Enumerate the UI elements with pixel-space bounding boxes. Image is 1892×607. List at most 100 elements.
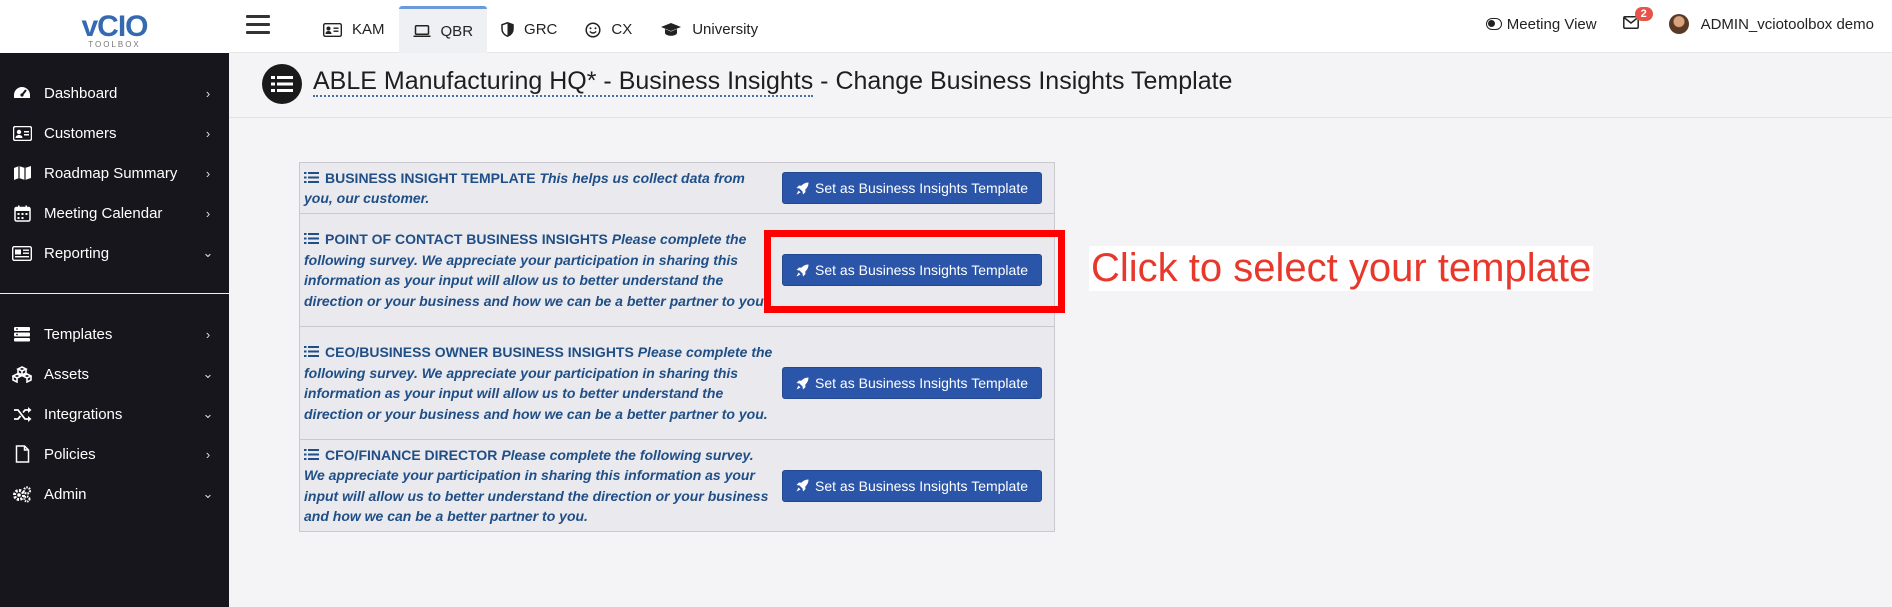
rocket-icon — [796, 479, 809, 492]
sidebar-nav: Dashboard › Customers › Roadmap Summary … — [0, 53, 229, 273]
sidebar-item-label: Reporting — [44, 244, 110, 262]
toggle-icon — [1485, 18, 1502, 30]
rocket-icon — [796, 182, 809, 195]
chevron-down-icon: ⌄ — [202, 486, 214, 501]
sidebar-item-label: Admin — [44, 485, 87, 503]
sidebar-item-admin[interactable]: Admin ⌄ — [0, 474, 229, 514]
sidebar-item-meeting-calendar[interactable]: Meeting Calendar › — [0, 193, 229, 233]
calendar-icon — [12, 204, 32, 222]
highlight-annotation-box — [764, 230, 1065, 313]
sidebar-item-dashboard[interactable]: Dashboard › — [0, 73, 229, 113]
sidebar-divider — [0, 293, 229, 294]
template-info: CEO/BUSINESS OWNER BUSINESS INSIGHTS Ple… — [304, 342, 782, 424]
shield-icon — [501, 22, 514, 37]
id-card-icon — [323, 22, 342, 37]
template-info: BUSINESS INSIGHT TEMPLATE This helps us … — [304, 168, 782, 209]
sidebar-item-label: Integrations — [44, 405, 123, 423]
chevron-right-icon: › — [205, 446, 211, 462]
sidebar-item-label: Customers — [44, 124, 117, 142]
notification-count-badge: 2 — [1634, 6, 1653, 21]
smile-icon — [585, 21, 601, 38]
tab-label: KAM — [352, 21, 385, 38]
template-info: POINT OF CONTACT BUSINESS INSIGHTS Pleas… — [304, 229, 782, 311]
sidebar-item-label: Templates — [44, 325, 113, 343]
shuffle-icon — [12, 405, 32, 423]
list-icon — [304, 342, 319, 357]
tab-grc[interactable]: GRC — [487, 6, 571, 53]
chevron-down-icon: ⌄ — [202, 406, 214, 421]
breadcrumb-link[interactable]: ABLE Manufacturing HQ* - Business Insigh… — [313, 67, 814, 97]
top-bar: KAM QBR GRC CX University Meeting View 2 — [229, 0, 1892, 53]
laptop-icon — [413, 24, 431, 38]
list-icon — [304, 229, 319, 244]
rocket-icon — [796, 377, 809, 390]
meeting-view-label: Meeting View — [1506, 15, 1597, 33]
list-icon — [262, 64, 302, 104]
page-title: ABLE Manufacturing HQ* - Business Insigh… — [313, 67, 1233, 97]
tab-label: GRC — [524, 21, 558, 38]
chevron-right-icon: › — [205, 85, 211, 101]
logo-subtitle: TOOLBOX — [88, 40, 141, 49]
top-right-controls: Meeting View 2 ADMIN_vciotoolbox demo — [1485, 0, 1874, 48]
table-row: BUSINESS INSIGHT TEMPLATE This helps us … — [300, 163, 1054, 214]
sidebar-item-label: Meeting Calendar — [44, 204, 163, 222]
tab-label: QBR — [440, 22, 474, 40]
tab-label: CX — [611, 21, 633, 38]
meeting-view-toggle[interactable]: Meeting View — [1485, 15, 1597, 33]
notifications-button[interactable]: 2 — [1622, 6, 1653, 33]
sidebar-item-templates[interactable]: Templates › — [0, 314, 229, 354]
sidebar-item-customers[interactable]: Customers › — [0, 113, 229, 153]
page-header: ABLE Manufacturing HQ* - Business Insigh… — [229, 53, 1892, 118]
map-icon — [12, 164, 32, 182]
table-row: CEO/BUSINESS OWNER BUSINESS INSIGHTS Ple… — [300, 327, 1054, 440]
button-label: Set as Business Insights Template — [815, 375, 1028, 391]
sidebar-item-integrations[interactable]: Integrations ⌄ — [0, 394, 229, 434]
sidebar-item-assets[interactable]: Assets ⌄ — [0, 354, 229, 394]
template-name: CEO/BUSINESS OWNER BUSINESS INSIGHTS — [325, 344, 634, 360]
dashboard-icon — [12, 84, 32, 102]
template-info: CFO/FINANCE DIRECTOR Please complete the… — [304, 445, 782, 527]
sidebar: vCIO TOOLBOX Dashboard › Customers › Roa… — [0, 0, 229, 607]
avatar — [1668, 14, 1689, 34]
template-name: BUSINESS INSIGHT TEMPLATE — [325, 169, 536, 186]
set-template-button[interactable]: Set as Business Insights Template — [782, 367, 1042, 399]
callout-annotation: Click to select your template — [1089, 246, 1594, 291]
chevron-right-icon: › — [205, 326, 211, 342]
template-name: CFO/FINANCE DIRECTOR — [325, 446, 498, 463]
tab-university[interactable]: University — [646, 6, 772, 53]
file-icon — [12, 445, 32, 463]
sidebar-item-roadmap-summary[interactable]: Roadmap Summary › — [0, 153, 229, 193]
logo[interactable]: vCIO TOOLBOX — [0, 0, 229, 53]
list-icon — [304, 445, 319, 460]
address-card-icon — [12, 124, 32, 142]
chevron-right-icon: › — [205, 125, 211, 141]
templates-table: BUSINESS INSIGHT TEMPLATE This helps us … — [299, 162, 1055, 532]
button-label: Set as Business Insights Template — [815, 180, 1028, 196]
sidebar-item-label: Assets — [44, 365, 90, 383]
set-template-button[interactable]: Set as Business Insights Template — [782, 469, 1042, 502]
module-tabs: KAM QBR GRC CX University — [309, 6, 772, 53]
reporting-icon — [12, 244, 32, 262]
sidebar-item-reporting[interactable]: Reporting ⌄ — [0, 233, 229, 273]
user-menu[interactable]: ADMIN_vciotoolbox demo — [1668, 14, 1874, 34]
button-label: Set as Business Insights Template — [815, 477, 1028, 494]
graduation-cap-icon — [660, 22, 682, 37]
hamburger-menu-icon[interactable] — [246, 15, 270, 35]
list-icon — [304, 168, 319, 183]
logo-text: vCIO — [81, 9, 148, 43]
sidebar-nav-secondary: Templates › Assets ⌄ Integrations ⌄ Poli… — [0, 314, 229, 514]
tab-kam[interactable]: KAM — [309, 6, 399, 53]
template-name: POINT OF CONTACT BUSINESS INSIGHTS — [325, 231, 608, 247]
page-title-text: - Change Business Insights Template — [813, 67, 1233, 95]
sidebar-item-policies[interactable]: Policies › — [0, 434, 229, 474]
tab-label: University — [692, 21, 759, 38]
templates-icon — [12, 325, 32, 343]
chevron-right-icon: › — [205, 205, 211, 221]
chevron-right-icon: › — [205, 165, 211, 181]
sidebar-item-label: Roadmap Summary — [44, 164, 178, 182]
tab-qbr[interactable]: QBR — [398, 6, 488, 53]
set-template-button[interactable]: Set as Business Insights Template — [782, 172, 1042, 204]
tab-cx[interactable]: CX — [571, 6, 646, 53]
sidebar-item-label: Policies — [44, 445, 96, 463]
sidebar-item-label: Dashboard — [44, 84, 118, 102]
